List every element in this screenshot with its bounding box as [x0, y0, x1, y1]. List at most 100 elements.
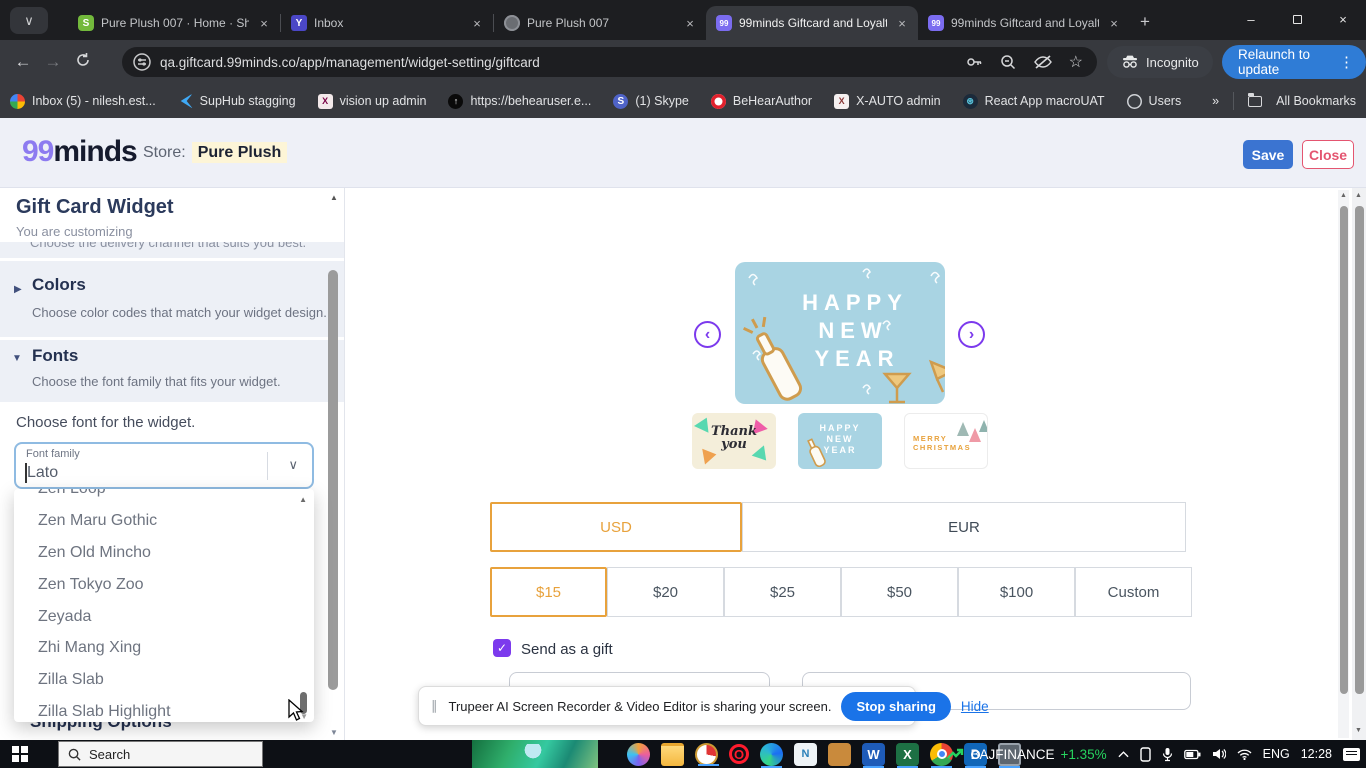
- scroll-up-icon[interactable]: ▲: [1355, 192, 1362, 199]
- contacts-icon[interactable]: [828, 742, 851, 766]
- denomination-100[interactable]: $100: [958, 567, 1075, 617]
- microphone-icon[interactable]: [1162, 747, 1173, 762]
- speaker-icon[interactable]: [1212, 748, 1226, 760]
- thumbnail-thank-you[interactable]: Thank you: [692, 413, 776, 469]
- hide-link[interactable]: Hide: [961, 699, 989, 714]
- start-button[interactable]: [0, 740, 40, 768]
- bookmark-react[interactable]: ⊛ React App macroUAT: [962, 93, 1105, 109]
- show-hidden-icons-chevron[interactable]: [1118, 750, 1129, 758]
- close-button[interactable]: Close: [1302, 140, 1354, 169]
- font-option[interactable]: Zeyada: [38, 608, 91, 626]
- tab-close-icon[interactable]: ×: [894, 16, 910, 31]
- font-option[interactable]: Zen Maru Gothic: [38, 512, 157, 530]
- zoom-out-icon[interactable]: [999, 53, 1017, 71]
- fonts-section[interactable]: ▼ Fonts Choose the font family that fits…: [0, 340, 344, 402]
- font-option[interactable]: Zen Old Mincho: [38, 544, 151, 562]
- chevron-down-icon[interactable]: ∨: [288, 457, 298, 473]
- scroll-up-icon[interactable]: ▲: [1340, 192, 1347, 199]
- file-explorer-icon[interactable]: [661, 742, 684, 766]
- edge-icon[interactable]: [760, 742, 783, 768]
- thumbnail-merry-christmas[interactable]: MERRY CHRISTMAS: [904, 413, 988, 469]
- scroll-down-icon[interactable]: ▼: [1355, 727, 1362, 734]
- battery-icon[interactable]: [1183, 749, 1201, 760]
- new-tab-button[interactable]: +: [1140, 12, 1150, 32]
- tab-close-icon[interactable]: ×: [256, 16, 272, 31]
- denomination-custom[interactable]: Custom: [1075, 567, 1192, 617]
- send-as-gift-checkbox[interactable]: ✓: [493, 639, 511, 657]
- bookmark-star-icon[interactable]: ☆: [1069, 52, 1083, 72]
- bookmarks-overflow-icon[interactable]: »: [1212, 94, 1219, 108]
- browser-menu-icon[interactable]: ⋮: [1339, 53, 1354, 71]
- notification-center-icon[interactable]: [1343, 747, 1360, 761]
- carousel-prev-button[interactable]: ‹: [694, 321, 721, 348]
- font-option[interactable]: Zen Tokyo Zoo: [38, 576, 144, 594]
- language-indicator[interactable]: ENG: [1263, 747, 1290, 761]
- bookmark-behearuser[interactable]: ↑ https://behearuser.e...: [448, 93, 591, 109]
- back-button[interactable]: ←: [8, 52, 38, 72]
- wifi-icon[interactable]: [1237, 749, 1252, 760]
- excel-icon[interactable]: X: [896, 742, 919, 768]
- bookmark-behearauthor[interactable]: BeHearAuthor: [710, 93, 812, 109]
- forward-button[interactable]: →: [38, 52, 68, 72]
- bookmark-inbox[interactable]: Inbox (5) - nilesh.est...: [10, 93, 156, 109]
- font-option[interactable]: Zhi Mang Xing: [38, 639, 141, 657]
- tab-search-button[interactable]: ∨: [10, 7, 48, 34]
- bookmark-suphub[interactable]: SupHub stagging: [178, 93, 296, 109]
- font-option[interactable]: Zilla Slab: [38, 671, 104, 689]
- maximize-button[interactable]: [1274, 0, 1320, 38]
- close-window-button[interactable]: ×: [1320, 0, 1366, 38]
- fonts-section-title[interactable]: Fonts: [32, 346, 78, 366]
- address-bar[interactable]: qa.giftcard.99minds.co/app/management/wi…: [122, 47, 1097, 77]
- recorder-app-icon[interactable]: [695, 742, 719, 766]
- tab-close-icon[interactable]: ×: [469, 16, 485, 31]
- stop-sharing-button[interactable]: Stop sharing: [841, 691, 951, 721]
- bookmark-users[interactable]: Users: [1126, 93, 1181, 109]
- browser-tab-2[interactable]: Y Inbox ×: [281, 6, 493, 40]
- minimize-button[interactable]: –: [1228, 0, 1274, 38]
- denomination-15[interactable]: $15: [490, 567, 607, 617]
- denomination-25[interactable]: $25: [724, 567, 841, 617]
- thumbnail-happy-new-year[interactable]: HAPPY NEW YEAR: [798, 413, 882, 469]
- scroll-up-icon[interactable]: ▲: [299, 495, 307, 504]
- taskbar-search-input[interactable]: Search: [58, 741, 263, 767]
- currency-tab-usd[interactable]: USD: [490, 502, 742, 552]
- sidebar-scrollbar-thumb[interactable]: [328, 270, 338, 690]
- font-option[interactable]: Zilla Slab Highlight: [38, 703, 171, 721]
- denomination-20[interactable]: $20: [607, 567, 724, 617]
- relaunch-to-update-button[interactable]: Relaunch to update ⋮: [1222, 45, 1366, 79]
- bookmark-visionup[interactable]: Xvision up admin: [317, 93, 426, 109]
- colors-section[interactable]: ▶ Colors Choose color codes that match y…: [0, 261, 344, 337]
- colors-section-title[interactable]: Colors: [32, 275, 86, 295]
- word-icon[interactable]: W: [862, 742, 885, 768]
- currency-tab-eur[interactable]: EUR: [742, 502, 1186, 552]
- font-family-input[interactable]: Lato: [27, 464, 58, 482]
- reload-button[interactable]: [68, 52, 98, 73]
- opera-icon[interactable]: O: [729, 744, 749, 764]
- bookmark-skype[interactable]: S (1) Skype: [613, 93, 689, 109]
- scroll-down-icon[interactable]: ▼: [330, 728, 338, 737]
- browser-tab-5[interactable]: 99 99minds Giftcard and Loyalt ×: [918, 6, 1130, 40]
- copilot-icon[interactable]: [627, 742, 650, 766]
- font-option[interactable]: Zen Loop: [38, 489, 106, 498]
- clock[interactable]: 12:28: [1301, 747, 1332, 761]
- stock-ticker-widget[interactable]: BAJFINANCE +1.35%: [947, 747, 1107, 762]
- all-bookmarks-button[interactable]: All Bookmarks: [1276, 94, 1356, 108]
- scroll-up-icon[interactable]: ▲: [330, 193, 338, 202]
- browser-tab-1[interactable]: S Pure Plush 007 · Home · Sho ×: [68, 6, 280, 40]
- save-button[interactable]: Save: [1243, 140, 1293, 169]
- denomination-50[interactable]: $50: [841, 567, 958, 617]
- password-key-icon[interactable]: [965, 53, 983, 71]
- notepad-icon[interactable]: N: [794, 742, 817, 766]
- phone-link-icon[interactable]: [1139, 746, 1151, 762]
- tab-close-icon[interactable]: ×: [1106, 16, 1122, 31]
- font-family-combobox[interactable]: Font family Lato ∨: [14, 442, 314, 489]
- tab-close-icon[interactable]: ×: [682, 16, 698, 31]
- carousel-next-button[interactable]: ›: [958, 321, 985, 348]
- drag-handle-icon[interactable]: ∥: [431, 698, 439, 714]
- content-scrollbar-thumb[interactable]: [1340, 206, 1348, 694]
- page-scrollbar-thumb[interactable]: [1355, 206, 1364, 694]
- eye-hidden-icon[interactable]: [1033, 53, 1053, 71]
- bookmark-xauto[interactable]: X X-AUTO admin: [834, 93, 941, 109]
- site-info-icon[interactable]: [132, 52, 152, 72]
- browser-tab-4-active[interactable]: 99 99minds Giftcard and Loyalt ×: [706, 6, 918, 40]
